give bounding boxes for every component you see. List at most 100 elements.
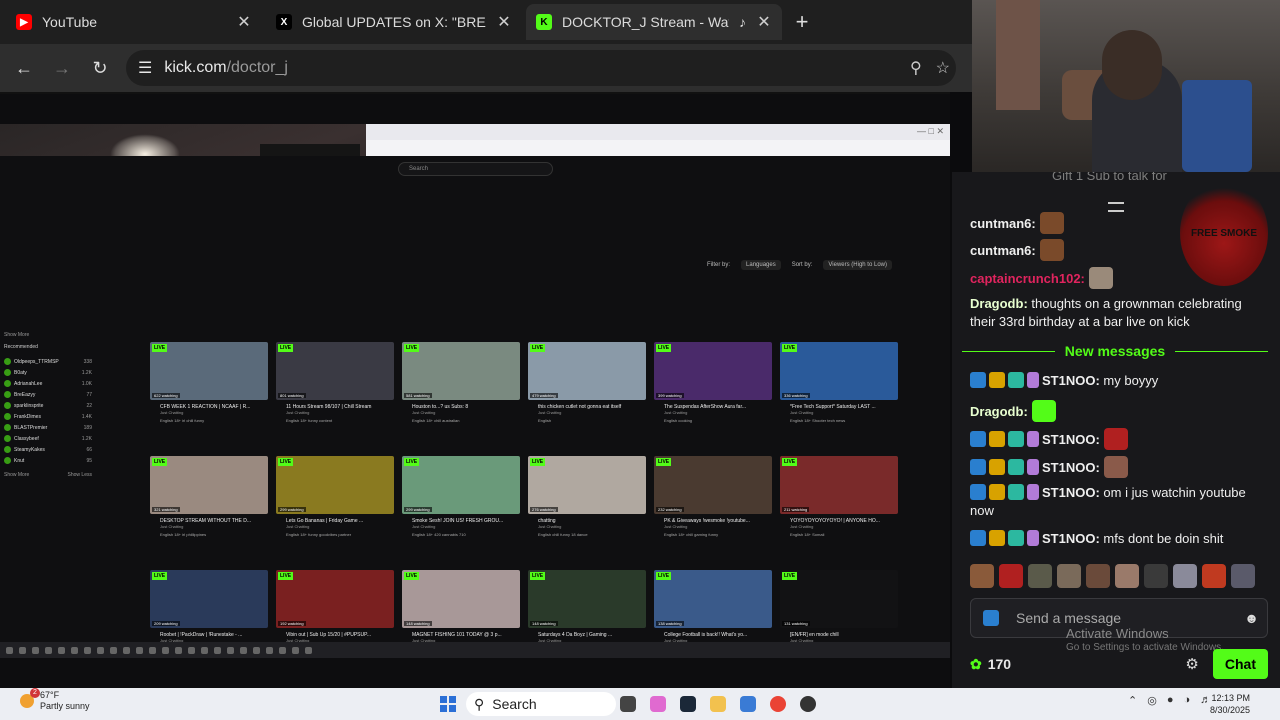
browser-tab-bar: ▶ YouTube ✕ X Global UPDATES on X: "BREAKIN ✕…: [0, 0, 972, 44]
pinned-menu-icon[interactable]: [1108, 202, 1124, 212]
recent-emote-icon[interactable]: [1115, 564, 1139, 588]
network-icon[interactable]: ◎: [1147, 694, 1157, 707]
close-tab-icon[interactable]: ✕: [496, 12, 512, 32]
close-tab-icon[interactable]: ✕: [756, 12, 772, 32]
chat-message: cuntman6:: [970, 212, 1270, 234]
browser-tab-2[interactable]: K DOCKTOR_J Stream - Watch ♪ ✕: [526, 4, 782, 40]
recent-emote-icon[interactable]: [1144, 564, 1168, 588]
steam-icon[interactable]: [680, 696, 696, 712]
new-messages-divider[interactable]: New messages: [962, 343, 1268, 359]
chat-message: ST1NOO: my boyyy: [970, 372, 1270, 390]
microphone-icon[interactable]: ●: [1167, 694, 1174, 707]
divider-line: [1175, 350, 1268, 352]
recent-emote-icon[interactable]: [1202, 564, 1226, 588]
viewer-count: 131 watching: [782, 621, 810, 626]
clock[interactable]: 12:13 PM 8/30/2025: [1200, 692, 1250, 716]
shared-browser-toolbar: [366, 140, 950, 156]
channel-points[interactable]: ✿ 170: [970, 656, 1011, 673]
channel-avatar: [4, 446, 11, 453]
recent-emote-icon[interactable]: [1231, 564, 1255, 588]
recent-emote-icon[interactable]: [1086, 564, 1110, 588]
channel-avatar: [4, 435, 11, 442]
channel-viewers: 1.2K: [81, 435, 92, 442]
browser-tab-1[interactable]: X Global UPDATES on X: "BREAKIN ✕: [266, 4, 522, 40]
recent-emote-icon[interactable]: [999, 564, 1023, 588]
chat-username[interactable]: cuntman6:: [970, 216, 1036, 231]
wifi-icon[interactable]: ◑: [1183, 694, 1190, 707]
weather-icon: 2: [20, 688, 40, 708]
taskbar-search[interactable]: ⚲ Search: [466, 692, 616, 716]
zoom-icon[interactable]: ⚲: [910, 58, 922, 78]
stream-card: LIVE 801 watching 11 Hours Stream 98/107 |…: [276, 342, 396, 438]
address-bar[interactable]: ☰ kick.com/doctor_j ⚲ ☆: [126, 50, 956, 86]
back-arrow-icon[interactable]: ←: [12, 56, 36, 80]
copilot-icon[interactable]: [650, 696, 666, 712]
weather-widget[interactable]: 2 67°F Partly sunny: [20, 688, 90, 712]
stream-tags: English 18+ chill australian: [412, 418, 460, 423]
user-badge-icon: [1008, 431, 1024, 447]
kick-search-input: Search: [398, 162, 553, 176]
taskbar-apps: [620, 696, 816, 712]
store-icon[interactable]: [740, 696, 756, 712]
chevron-up-icon[interactable]: ⌃: [1128, 694, 1137, 707]
chat-message: captaincrunch102:: [970, 267, 1270, 289]
chat-username[interactable]: ST1NOO:: [1042, 460, 1100, 475]
recent-emote-icon[interactable]: [970, 564, 994, 588]
stream-category: Just Chatting: [538, 524, 562, 529]
browser-tab-0[interactable]: ▶ YouTube ✕: [6, 4, 262, 40]
bookmark-star-icon[interactable]: ☆: [936, 58, 950, 78]
inner-taskbar-app-icon: [214, 646, 221, 654]
viewer-count: 299 watching: [404, 507, 432, 512]
show-more: Show More: [4, 472, 30, 478]
live-badge: LIVE: [278, 572, 294, 580]
user-badge-icon: [1008, 459, 1024, 475]
chat-text: my boyyy: [1099, 373, 1159, 388]
stream-category: Just Chatting: [286, 410, 310, 415]
emote-picker-icon[interactable]: [983, 610, 999, 626]
chrome-icon[interactable]: [770, 696, 786, 712]
new-tab-button[interactable]: +: [786, 6, 818, 38]
live-badge: LIVE: [530, 344, 546, 352]
stream-thumbnail: LIVE 299 watching: [402, 456, 520, 514]
forward-arrow-icon[interactable]: →: [50, 56, 74, 80]
smiley-icon[interactable]: ☻: [1244, 610, 1259, 626]
viewer-count: 399 watching: [656, 393, 684, 398]
start-button-icon[interactable]: [440, 696, 456, 712]
stream-tags: English 18+ irl phillippines: [160, 532, 207, 537]
reload-icon[interactable]: ↻: [88, 56, 112, 80]
recent-emote-icon[interactable]: [1173, 564, 1197, 588]
chat-username[interactable]: Dragodb:: [970, 404, 1028, 419]
audio-playing-icon[interactable]: ♪: [739, 14, 746, 30]
user-badge-icon: [1008, 530, 1024, 546]
user-badge-icon: [1008, 372, 1024, 388]
stream-card: LIVE 211 watching YOYOYOYOYOYOYO! | ANYONE…: [780, 456, 900, 552]
recommended-channel: B0aty 1.2K: [4, 367, 92, 378]
app-icon[interactable]: [800, 696, 816, 712]
channel-name: SteamyKakes: [14, 446, 45, 453]
recent-emote-icon[interactable]: [1057, 564, 1081, 588]
channel-name: sparklinsprite: [14, 402, 44, 409]
stream-thumbnail: LIVE 581 watching: [402, 342, 520, 400]
close-tab-icon[interactable]: ✕: [236, 12, 252, 32]
file-explorer-icon[interactable]: [710, 696, 726, 712]
task-view-icon[interactable]: [620, 696, 636, 712]
emote-icon: [1031, 400, 1056, 422]
chat-username[interactable]: Dragodb:: [970, 296, 1028, 311]
stream-video[interactable]: — □ ✕ Search Filter by: Languages Sort b…: [0, 92, 950, 688]
chat-username[interactable]: ST1NOO:: [1042, 432, 1100, 447]
user-badge-icon: [989, 431, 1005, 447]
inner-taskbar-app-icon: [227, 646, 234, 654]
chat-username[interactable]: captaincrunch102:: [970, 271, 1085, 286]
chat-send-button[interactable]: Chat: [1212, 649, 1268, 679]
site-info-icon[interactable]: ☰: [138, 58, 152, 78]
chat-username[interactable]: ST1NOO:: [1042, 373, 1100, 388]
recent-emote-icon[interactable]: [1028, 564, 1052, 588]
chat-username[interactable]: cuntman6:: [970, 243, 1036, 258]
chat-message: Dragodb: thoughts on a grownman celebrat…: [970, 295, 1270, 331]
inner-taskbar-app-icon: [84, 646, 91, 654]
stream-card: LIVE 479 watching this chicken cutlet not …: [528, 342, 648, 438]
viewer-count: 801 watching: [278, 393, 306, 398]
chat-username[interactable]: ST1NOO:: [1042, 531, 1100, 546]
gear-icon[interactable]: ⚙: [1185, 655, 1198, 673]
chat-username[interactable]: ST1NOO:: [1042, 485, 1100, 500]
